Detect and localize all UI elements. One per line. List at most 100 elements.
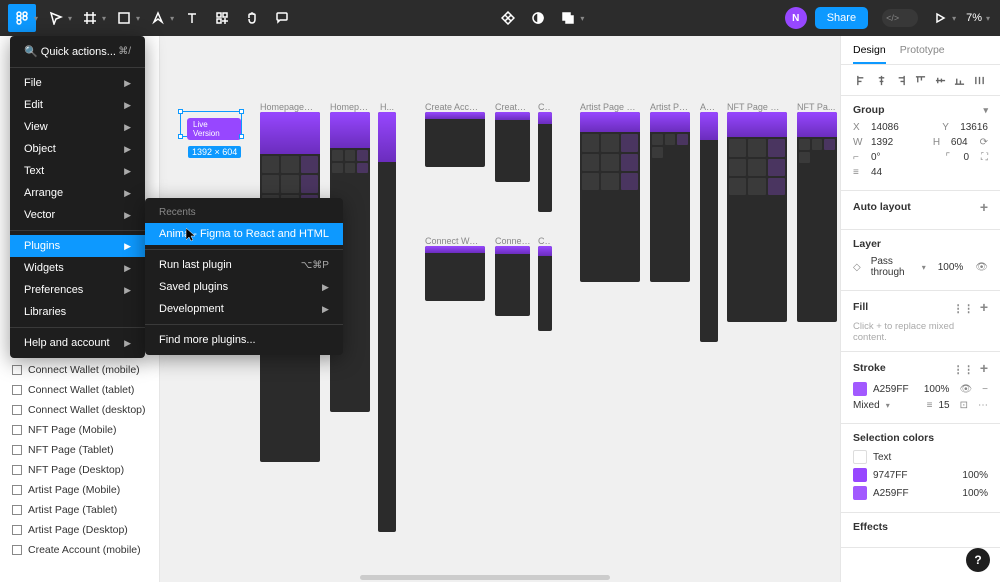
main-menu: 🔍 Quick actions...⌘/ File▶Edit▶View▶Obje… — [10, 36, 145, 358]
color-swatch[interactable] — [853, 486, 867, 500]
layer-item[interactable]: Connect Wallet (desktop) — [0, 400, 159, 420]
layer-item[interactable]: Artist Page (Desktop) — [0, 520, 159, 540]
frame-thumbnail[interactable] — [495, 246, 530, 316]
tab-design[interactable]: Design — [853, 44, 886, 64]
layer-item[interactable]: Artist Page (Mobile) — [0, 480, 159, 500]
align-left-icon[interactable] — [853, 71, 871, 89]
present-button[interactable] — [926, 4, 954, 32]
hand-tool[interactable] — [238, 4, 266, 32]
boolean-icon[interactable] — [554, 4, 582, 32]
align-top-icon[interactable] — [912, 71, 930, 89]
width-field[interactable]: 1392 — [871, 137, 893, 148]
comment-tool[interactable] — [268, 4, 296, 32]
menu-help[interactable]: Help and account▶ — [10, 332, 145, 354]
stroke-position[interactable]: Mixed — [853, 400, 880, 411]
color-swatch[interactable] — [853, 468, 867, 482]
x-position[interactable]: 14086 — [871, 122, 899, 133]
frame-thumbnail[interactable] — [425, 112, 485, 167]
frame-icon — [12, 525, 22, 535]
frame-icon — [12, 505, 22, 515]
color-swatch[interactable] — [853, 450, 867, 464]
visibility-icon[interactable]: 👁 — [959, 384, 972, 395]
move-tool[interactable] — [42, 4, 70, 32]
frame-thumbnail[interactable] — [700, 112, 718, 342]
live-version-button[interactable]: Live Version — [187, 118, 241, 140]
recents-header: Recents — [145, 202, 343, 223]
mask-icon[interactable] — [524, 4, 552, 32]
height-field[interactable]: 604 — [951, 137, 968, 148]
menu-vector[interactable]: Vector▶ — [10, 204, 145, 226]
layer-item[interactable]: Artist Page (Tablet) — [0, 500, 159, 520]
menu-object[interactable]: Object▶ — [10, 138, 145, 160]
tab-prototype[interactable]: Prototype — [900, 44, 945, 64]
pen-tool[interactable] — [144, 4, 172, 32]
layer-item[interactable]: NFT Page (Mobile) — [0, 420, 159, 440]
frame-thumbnail[interactable] — [538, 112, 552, 212]
add-fill[interactable]: + — [980, 299, 988, 315]
find-more-plugins[interactable]: Find more plugins... — [145, 329, 343, 351]
layer-item[interactable]: Create Account (mobile) — [0, 540, 159, 560]
blend-mode[interactable]: Pass through — [871, 256, 914, 278]
layer-item[interactable]: Connect Wallet (tablet) — [0, 380, 159, 400]
layer-item[interactable]: Connect Wallet (mobile) — [0, 360, 159, 380]
frame-icon — [12, 385, 22, 395]
figma-menu-button[interactable] — [8, 4, 36, 32]
frame-thumbnail[interactable] — [580, 112, 640, 282]
layer-item[interactable]: NFT Page (Tablet) — [0, 440, 159, 460]
frame-thumbnail[interactable] — [425, 246, 485, 301]
menu-libraries[interactable]: Libraries — [10, 301, 145, 323]
zoom-level[interactable]: 7% — [960, 12, 988, 24]
selection-dimensions: 1392 × 604 — [188, 146, 241, 158]
development-plugins[interactable]: Development▶ — [145, 298, 343, 320]
radius-field[interactable]: 0 — [963, 152, 969, 163]
menu-plugins[interactable]: Plugins▶ — [10, 235, 145, 257]
help-button[interactable]: ? — [966, 548, 990, 572]
stroke-width[interactable]: 15 — [938, 400, 949, 411]
y-position[interactable]: 13616 — [960, 122, 988, 133]
frame-thumbnail[interactable] — [538, 246, 552, 331]
visibility-icon[interactable]: 👁 — [975, 262, 988, 273]
share-button[interactable]: Share — [815, 7, 868, 29]
align-bottom-icon[interactable] — [951, 71, 969, 89]
plugin-anima[interactable]: Anima - Figma to React and HTML — [145, 223, 343, 245]
menu-file[interactable]: File▶ — [10, 72, 145, 94]
plugins-submenu: Recents Anima - Figma to React and HTML … — [145, 198, 343, 355]
layer-name: Connect Wallet (tablet) — [28, 384, 134, 396]
saved-plugins[interactable]: Saved plugins▶ — [145, 276, 343, 298]
shape-tool[interactable] — [110, 4, 138, 32]
dev-mode-toggle[interactable]: </> — [882, 9, 918, 27]
rotation-field[interactable]: 0° — [871, 152, 881, 163]
menu-view[interactable]: View▶ — [10, 116, 145, 138]
frame-thumbnail[interactable] — [378, 112, 396, 532]
stroke-color[interactable]: A259FF — [873, 384, 909, 395]
menu-preferences[interactable]: Preferences▶ — [10, 279, 145, 301]
chevron-down-icon: ▾ — [170, 14, 174, 23]
run-last-plugin[interactable]: Run last plugin⌥⌘P — [145, 254, 343, 276]
menu-quick-actions[interactable]: 🔍 Quick actions...⌘/ — [10, 40, 145, 63]
add-auto-layout[interactable]: + — [980, 199, 988, 215]
component-icon[interactable] — [494, 4, 522, 32]
align-center-v-icon[interactable] — [931, 71, 949, 89]
align-center-h-icon[interactable] — [873, 71, 891, 89]
menu-text[interactable]: Text▶ — [10, 160, 145, 182]
frame-thumbnail[interactable] — [650, 112, 690, 282]
stroke-swatch[interactable] — [853, 382, 867, 396]
horizontal-scrollbar[interactable] — [360, 575, 610, 580]
menu-widgets[interactable]: Widgets▶ — [10, 257, 145, 279]
text-tool[interactable] — [178, 4, 206, 32]
menu-arrange[interactable]: Arrange▶ — [10, 182, 145, 204]
frame-thumbnail[interactable] — [495, 112, 530, 182]
layer-item[interactable]: NFT Page (Desktop) — [0, 460, 159, 480]
chevron-down-icon: ▾ — [136, 14, 140, 23]
align-right-icon[interactable] — [892, 71, 910, 89]
frame-tool[interactable] — [76, 4, 104, 32]
gap-field[interactable]: 44 — [871, 167, 882, 178]
tidy-up-icon[interactable] — [970, 71, 988, 89]
avatar[interactable]: N — [785, 7, 807, 29]
frame-thumbnail[interactable] — [797, 112, 837, 322]
layer-opacity[interactable]: 100% — [938, 262, 964, 273]
resources-tool[interactable] — [208, 4, 236, 32]
frame-thumbnail[interactable] — [727, 112, 787, 322]
add-stroke[interactable]: + — [980, 360, 988, 376]
menu-edit[interactable]: Edit▶ — [10, 94, 145, 116]
